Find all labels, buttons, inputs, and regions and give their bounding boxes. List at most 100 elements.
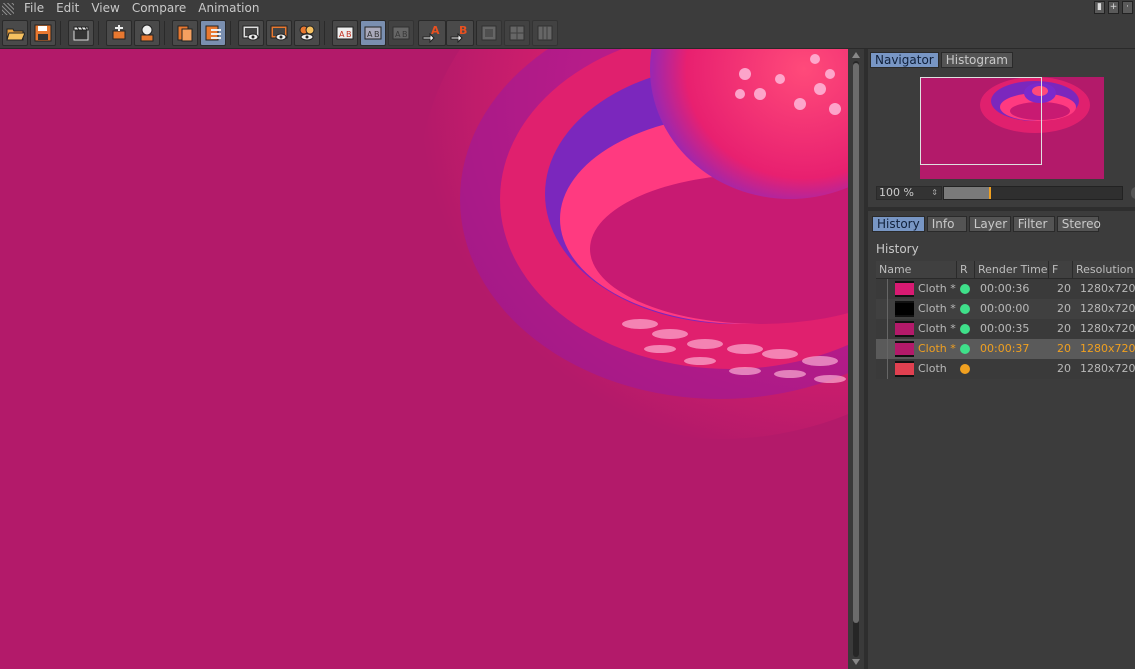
viewport-scrollbar[interactable] <box>850 49 862 669</box>
zoom-reset-icon[interactable] <box>1131 187 1135 199</box>
panel-toggle-icon[interactable]: ▮ <box>1094 1 1105 14</box>
history-name: Cloth * <box>918 302 956 315</box>
column-f[interactable]: F <box>1048 261 1072 279</box>
cleanup-button[interactable] <box>106 20 132 46</box>
history-table-header: Name R Render Time F Resolution <box>876 261 1135 279</box>
history-resolution: 1280x720 <box>1080 282 1135 295</box>
menu-animation[interactable]: Animation <box>192 0 265 17</box>
svg-text:A: A <box>339 30 345 39</box>
history-frames: 20 <box>1057 322 1071 335</box>
set-b-button[interactable]: B <box>446 20 474 46</box>
history-resolution: 1280x720 <box>1080 302 1135 315</box>
history-frames: 20 <box>1057 302 1071 315</box>
ab-compare-button[interactable]: AB <box>332 20 358 46</box>
ab-swap-button[interactable]: AB <box>388 20 414 46</box>
panel-separator <box>868 207 1135 211</box>
table-row[interactable]: Cloth * 00:00:36 20 1280x720 <box>876 279 1135 299</box>
region-eye-icon <box>270 25 288 41</box>
render-status-icon <box>960 324 970 334</box>
region-icon <box>242 25 260 41</box>
set-a-button[interactable]: A <box>418 20 446 46</box>
menu-file[interactable]: File <box>18 0 50 17</box>
add-panel-icon[interactable]: + <box>1108 1 1119 14</box>
zoom-stepper-icon[interactable]: ⇕ <box>931 187 938 199</box>
split-2-button[interactable] <box>504 20 530 46</box>
render-button[interactable] <box>134 20 160 46</box>
column-resolution[interactable]: Resolution <box>1072 261 1135 279</box>
toolbar-separator <box>60 21 61 45</box>
clapper-icon <box>73 26 89 41</box>
scroll-up-icon[interactable] <box>852 52 860 58</box>
column-name[interactable]: Name <box>876 261 956 279</box>
ab-compare-icon: AB <box>336 26 354 40</box>
svg-text:B: B <box>459 24 467 37</box>
ab-swap-icon: AB <box>392 26 410 40</box>
scroll-down-icon[interactable] <box>852 659 860 665</box>
history-render-time: 00:00:00 <box>980 302 1030 315</box>
svg-text:B: B <box>346 30 352 39</box>
history-render-time: 00:00:36 <box>980 282 1030 295</box>
split-3-icon <box>537 25 553 41</box>
open-icon <box>6 28 25 41</box>
tab-info[interactable]: Info <box>926 216 967 232</box>
tree-line <box>887 279 888 299</box>
navigator-tabs: Navigator Histogram <box>870 52 1013 68</box>
zoom-slider[interactable] <box>943 186 1123 200</box>
history-name: Cloth * <box>918 282 956 295</box>
history-thumbnail <box>895 321 914 337</box>
history-resolution: 1280x720 <box>1080 342 1135 355</box>
svg-text:B: B <box>402 30 408 39</box>
menu-edit[interactable]: Edit <box>50 0 85 17</box>
region-eye-button[interactable] <box>266 20 292 46</box>
list-icon <box>205 25 221 41</box>
tab-navigator[interactable]: Navigator <box>870 52 939 68</box>
zoom-slider-handle[interactable] <box>988 187 991 199</box>
table-row[interactable]: Cloth * 00:00:35 20 1280x720 <box>876 319 1135 339</box>
split-1-button[interactable] <box>476 20 502 46</box>
menu-view[interactable]: View <box>85 0 125 17</box>
tab-stereo[interactable]: Stereo <box>1056 216 1101 232</box>
history-frames: 20 <box>1057 362 1071 375</box>
svg-text:A: A <box>431 24 440 37</box>
table-row[interactable]: Cloth * 00:00:37 20 1280x720 <box>876 339 1135 359</box>
table-row[interactable]: Cloth * 00:00:00 20 1280x720 <box>876 299 1135 319</box>
tab-layer[interactable]: Layer <box>968 216 1011 232</box>
navigator-view-frame[interactable] <box>920 77 1042 165</box>
split-3-button[interactable] <box>532 20 558 46</box>
tab-histogram[interactable]: Histogram <box>940 52 1013 68</box>
svg-text:A: A <box>395 30 401 39</box>
menu-compare[interactable]: Compare <box>126 0 192 17</box>
tree-line <box>887 299 888 319</box>
panel-menu-icon[interactable]: · <box>1122 1 1133 14</box>
ab-overlay-button[interactable]: AB <box>360 20 386 46</box>
tab-filter[interactable]: Filter <box>1012 216 1055 232</box>
history-thumbnail <box>895 341 914 357</box>
table-row[interactable]: Cloth 20 1280x720 <box>876 359 1135 379</box>
open-button[interactable] <box>2 20 28 46</box>
history-render-time: 00:00:37 <box>980 342 1030 355</box>
split-1-icon <box>481 25 497 41</box>
save-button[interactable] <box>30 20 56 46</box>
tab-history[interactable]: History <box>872 216 925 232</box>
list-button[interactable] <box>200 20 226 46</box>
cut-eye-button[interactable] <box>294 20 320 46</box>
save-icon <box>34 24 52 42</box>
zoom-slider-fill <box>944 187 989 199</box>
scroll-thumb[interactable] <box>853 63 859 623</box>
render-status-icon <box>960 364 970 374</box>
zoom-field[interactable]: 100 % ⇕ <box>876 186 942 200</box>
copy-button[interactable] <box>172 20 198 46</box>
column-render-time[interactable]: Render Time <box>974 261 1048 279</box>
toolbar-separator <box>98 21 99 45</box>
render-viewport[interactable] <box>0 49 848 669</box>
cleanup-icon <box>112 25 126 40</box>
set-b-icon: B <box>450 24 467 43</box>
tree-line <box>887 359 888 379</box>
region-button[interactable] <box>238 20 264 46</box>
history-render-time: 00:00:35 <box>980 322 1030 335</box>
render-status-icon <box>960 344 970 354</box>
menu-grip-icon[interactable] <box>2 2 14 15</box>
clapper-button[interactable] <box>68 20 94 46</box>
column-r[interactable]: R <box>956 261 974 279</box>
toolbar: AB AB AB A B <box>0 17 1135 49</box>
